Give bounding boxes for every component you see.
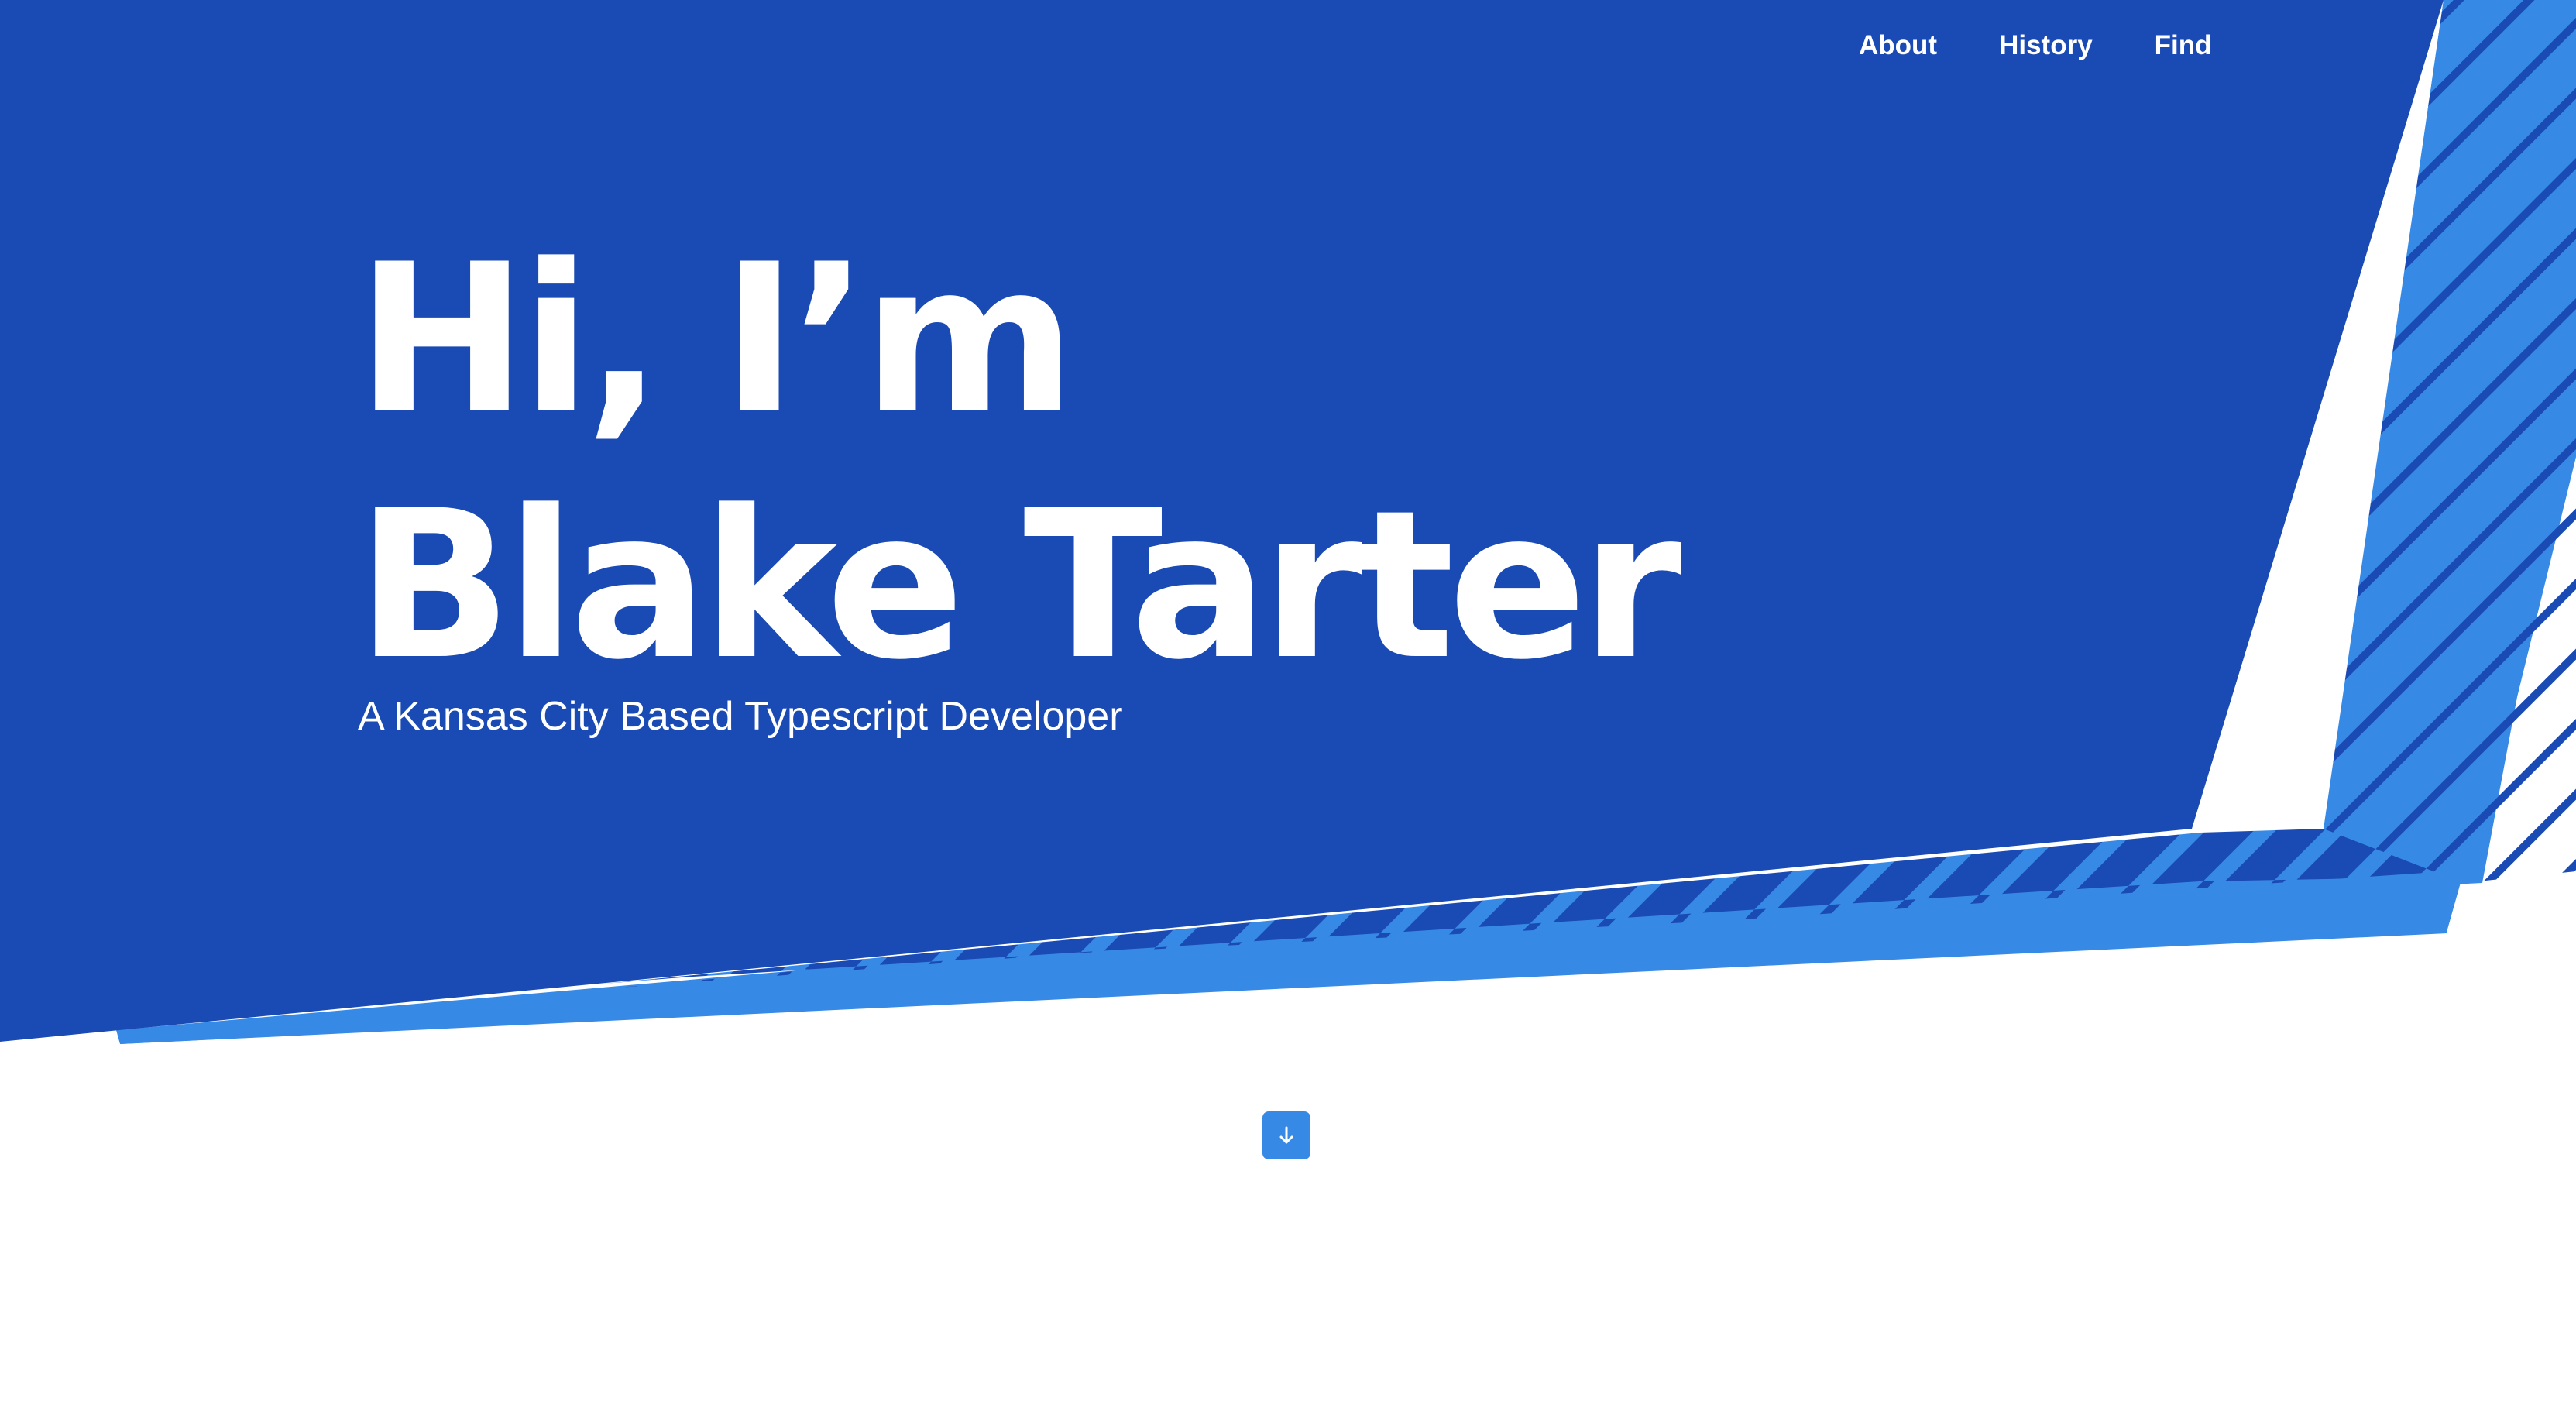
hero-title-line-2: Blake Tarter (356, 467, 1681, 705)
nav-link-about[interactable]: About (1859, 26, 1937, 65)
arrow-down-icon (1279, 1126, 1293, 1144)
top-nav: About History Find (1859, 26, 2212, 65)
nav-link-history[interactable]: History (1999, 26, 2093, 65)
page: About History Find Hi, I’m Blake Tarter … (0, 0, 2576, 1422)
hero-title: Hi, I’m Blake Tarter (356, 217, 1681, 709)
scroll-down-button[interactable] (1262, 1111, 1310, 1159)
hero-title-line-1: Hi, I’m (356, 221, 1076, 459)
hero-subtitle: A Kansas City Based Typescript Developer (358, 694, 1123, 739)
nav-link-find[interactable]: Find (2155, 26, 2212, 65)
